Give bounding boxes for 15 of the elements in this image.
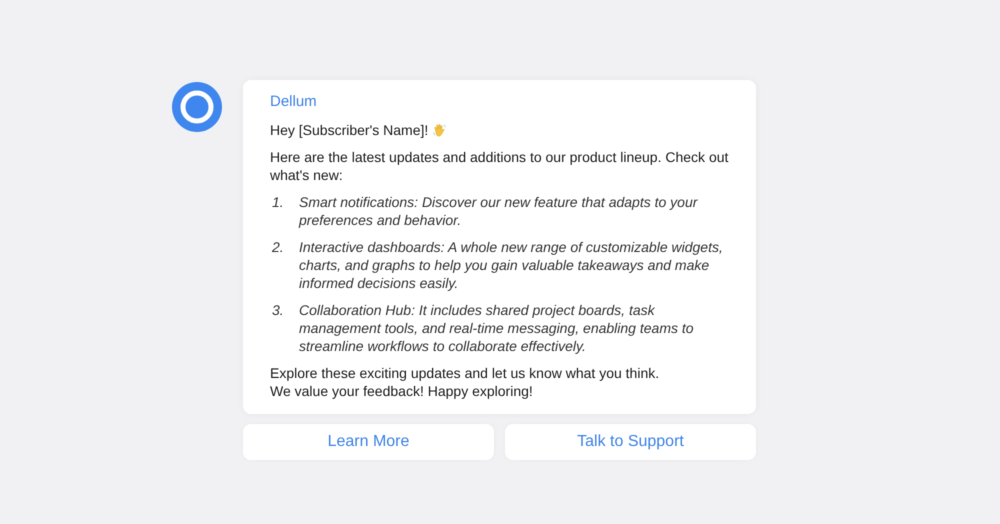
closing-text: Explore these exciting updates and let us know what you think. (270, 364, 660, 382)
action-button[interactable]: Talk to Support (505, 424, 756, 460)
list-item-text: Smart notifications: Discover our new feature that adapts to your preferences and behavior. (299, 193, 699, 229)
list-item-text: Collaboration Hub: It includes shared project boards, task management tools, and real-time messaging, enabling teams to streamline workflows to collaborate effectively. (299, 301, 695, 355)
waving-hand-icon (432, 122, 448, 138)
list-number: 2. (271, 238, 285, 257)
avatar-icon (172, 82, 222, 132)
greeting-text: Hey [Subscriber's Name]! (270, 121, 428, 139)
action-button[interactable]: Learn More (243, 424, 494, 460)
intro-text: Here are the latest updates and additions to our product lineup. Check out what's new: (270, 148, 730, 184)
sender-name: Dellum (270, 93, 318, 111)
closing-text: We value your feedback! Happy exploring! (270, 382, 533, 400)
list-number: 3. (271, 301, 285, 320)
list-item-text: Interactive dashboards: A whole new range of customizable widgets, charts, and graphs to help you gain valuable takeaways and make informed decisions easily. (299, 238, 724, 292)
list-number: 1. (271, 193, 285, 212)
